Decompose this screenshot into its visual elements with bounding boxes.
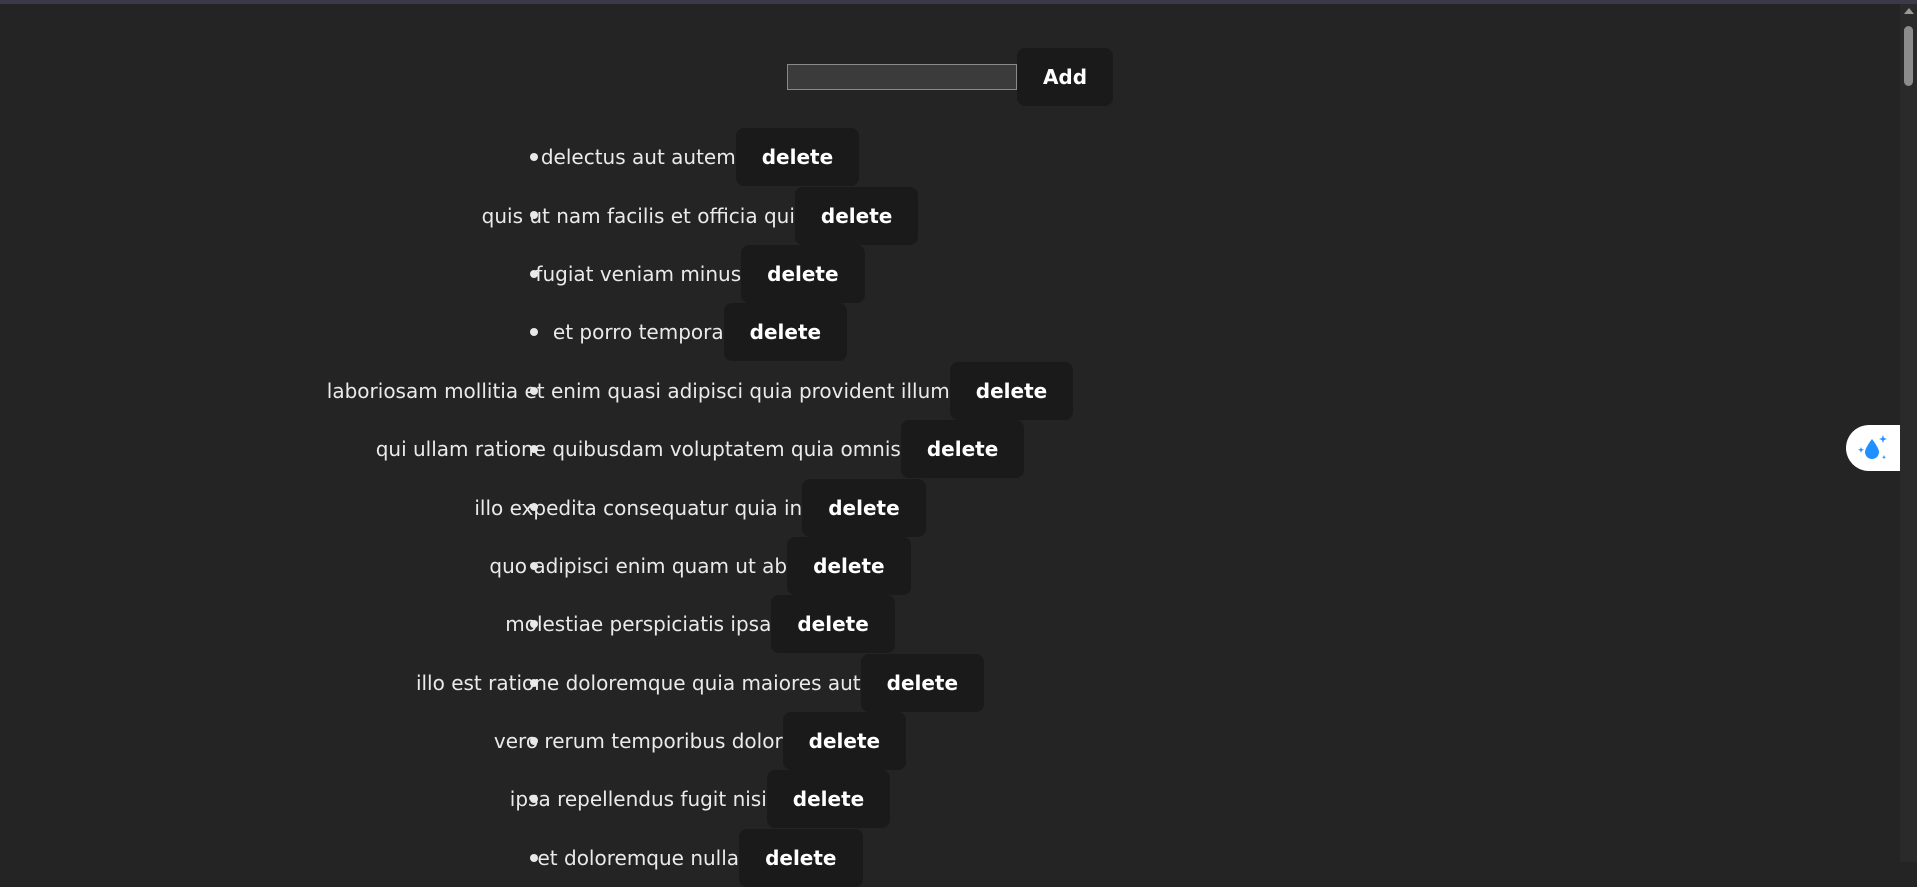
list-item: illo expedita consequatur quia in delete	[0, 478, 1320, 537]
delete-button[interactable]: delete	[787, 536, 911, 595]
delete-button[interactable]: delete	[794, 186, 919, 245]
water-drop-sparkle-icon	[1858, 435, 1887, 460]
delete-button[interactable]: delete	[766, 770, 891, 829]
new-todo-input[interactable]	[786, 64, 1017, 90]
delete-button[interactable]: delete	[771, 595, 895, 654]
todo-text: laboriosam mollitia et enim quasi adipis…	[326, 378, 950, 403]
list-item: ipsa repellendus fugit nisi delete	[0, 770, 1320, 829]
delete-button[interactable]: delete	[741, 244, 865, 303]
scroll-up-arrow-icon[interactable]	[1904, 8, 1914, 14]
list-item: molestiae perspiciatis ipsa delete	[0, 595, 1320, 654]
todo-text: molestiae perspiciatis ipsa	[505, 612, 772, 637]
delete-button[interactable]: delete	[739, 828, 863, 887]
bullet-icon	[530, 561, 538, 570]
delete-button[interactable]: delete	[860, 653, 985, 712]
list-item: quo adipisci enim quam ut ab delete	[0, 536, 1320, 595]
bullet-icon	[530, 269, 538, 278]
todo-text: fugiat veniam minus	[535, 261, 742, 286]
todo-app: Add delectus aut autem delete quis ut na…	[0, 4, 1900, 887]
todo-text: qui ullam ratione quibusdam voluptatem q…	[375, 437, 901, 462]
add-button[interactable]: Add	[1016, 48, 1114, 106]
list-item: vero rerum temporibus dolor delete	[0, 712, 1320, 771]
list-item: fugiat veniam minus delete	[0, 244, 1320, 303]
list-item: laboriosam mollitia et enim quasi adipis…	[0, 361, 1320, 420]
bullet-icon	[530, 736, 538, 745]
delete-button[interactable]: delete	[802, 478, 926, 537]
todo-text: quis ut nam facilis et officia qui	[481, 203, 795, 228]
delete-button[interactable]: delete	[735, 128, 860, 187]
delete-button[interactable]: delete	[782, 712, 907, 771]
bullet-icon	[530, 853, 538, 862]
assistant-widget-button[interactable]	[1846, 425, 1900, 471]
list-item: quis ut nam facilis et officia qui delet…	[0, 186, 1320, 245]
bullet-icon	[530, 386, 538, 395]
todo-text: illo expedita consequatur quia in	[474, 495, 803, 520]
delete-button[interactable]: delete	[723, 303, 848, 362]
bullet-icon	[530, 328, 538, 337]
bullet-icon	[530, 678, 538, 687]
scrollbar-thumb[interactable]	[1904, 26, 1913, 86]
todo-text: et porro tempora	[552, 320, 724, 345]
todo-list: delectus aut autem delete quis ut nam fa…	[0, 128, 1320, 887]
delete-button[interactable]: delete	[900, 420, 1025, 479]
list-item: et porro tempora delete	[0, 303, 1320, 362]
delete-button[interactable]: delete	[949, 361, 1074, 420]
todo-text: delectus aut autem	[540, 145, 736, 170]
bullet-icon	[530, 153, 538, 161]
list-item: et doloremque nulla delete	[0, 828, 1320, 887]
todo-text: illo est ratione doloremque quia maiores…	[415, 670, 861, 695]
list-item: delectus aut autem delete	[0, 128, 1320, 187]
todo-text: et doloremque nulla	[537, 845, 740, 870]
bullet-icon	[530, 444, 538, 453]
list-item: illo est ratione doloremque quia maiores…	[0, 653, 1320, 712]
list-item: qui ullam ratione quibusdam voluptatem q…	[0, 420, 1320, 479]
add-todo-form: Add	[0, 48, 1900, 106]
vertical-scrollbar[interactable]	[1900, 4, 1917, 862]
todo-text: ipsa repellendus fugit nisi	[509, 787, 767, 812]
